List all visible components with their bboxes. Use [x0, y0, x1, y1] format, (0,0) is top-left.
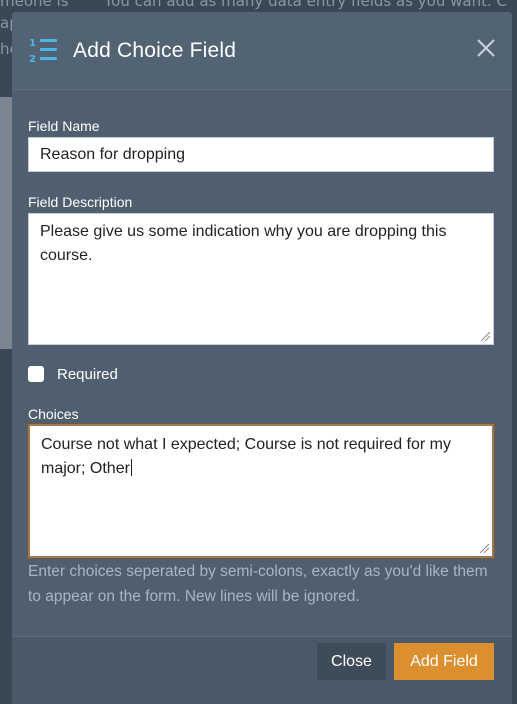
text-caret: [130, 459, 132, 476]
background-panel: [0, 97, 12, 349]
background-text-left-1: meone is: [0, 0, 69, 10]
modal-footer: Close Add Field: [12, 636, 512, 704]
choices-textarea[interactable]: Course not what I expected; Course is no…: [28, 424, 494, 558]
required-label: Required: [57, 366, 118, 383]
choices-value: Course not what I expected; Course is no…: [41, 436, 451, 477]
field-description-textarea[interactable]: Please give us some indication why you a…: [28, 213, 494, 345]
resize-grip-icon[interactable]: [479, 330, 491, 342]
svg-text:2: 2: [29, 54, 36, 65]
modal-header: 1 2 Add Choice Field: [12, 12, 512, 90]
field-name-value: Reason for dropping: [40, 146, 185, 163]
field-name-label: Field Name: [28, 118, 100, 134]
choices-help-text: Enter choices seperated by semi-colons, …: [28, 563, 488, 605]
add-field-button[interactable]: Add Field: [394, 643, 494, 680]
required-checkbox[interactable]: [28, 366, 44, 382]
close-button[interactable]: Close: [317, 643, 386, 680]
modal-body: Field Name Reason for dropping Field Des…: [12, 90, 512, 636]
choices-label: Choices: [28, 406, 79, 422]
numbered-list-icon: 1 2: [29, 38, 57, 65]
svg-text:1: 1: [29, 38, 36, 49]
modal-title: Add Choice Field: [73, 39, 237, 62]
field-name-input[interactable]: Reason for dropping: [28, 137, 494, 172]
background-text-right-1: You can add as many data entry fields as…: [104, 0, 507, 10]
close-icon[interactable]: [476, 38, 496, 58]
field-description-label: Field Description: [28, 194, 133, 210]
add-choice-field-modal: 1 2 Add Choice Field Field Name Reason f…: [12, 12, 512, 704]
field-description-value: Please give us some indication why you a…: [40, 223, 447, 264]
resize-grip-icon[interactable]: [478, 542, 490, 554]
